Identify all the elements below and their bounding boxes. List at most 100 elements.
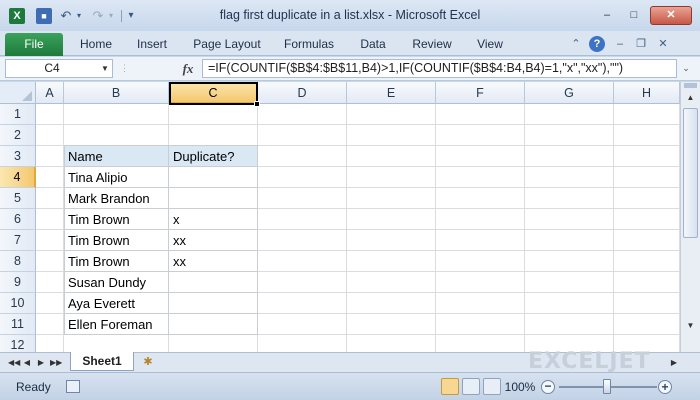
tab-insert[interactable]: Insert	[128, 33, 176, 56]
table-border	[64, 187, 258, 188]
tab-data[interactable]: Data	[350, 33, 396, 56]
insert-function-icon[interactable]: fx	[178, 59, 198, 78]
duplicate-flag-cell[interactable]	[169, 314, 257, 335]
row-header-6[interactable]: 6	[0, 209, 36, 230]
exceljet-logo: EXCELJET	[528, 349, 651, 374]
column-header-b[interactable]: B	[64, 82, 169, 104]
duplicate-flag-cell[interactable]: xx	[169, 251, 257, 272]
active-cell-border[interactable]	[169, 82, 258, 105]
row-header-11[interactable]: 11	[0, 314, 36, 335]
table-border	[64, 292, 258, 293]
row-header-10[interactable]: 10	[0, 293, 36, 314]
zoom-out-icon[interactable]: −	[541, 380, 555, 394]
document-close-icon[interactable]: ✕	[655, 36, 671, 52]
table-border	[257, 145, 258, 335]
minimize-ribbon-icon[interactable]: ⌃	[568, 36, 584, 52]
column-header-d[interactable]: D	[258, 82, 347, 104]
zoom-level[interactable]: 100%	[500, 373, 540, 400]
page-layout-view-icon[interactable]	[462, 378, 480, 395]
zoom-in-icon[interactable]: +	[658, 380, 672, 394]
name-box-dropdown-icon[interactable]: ▼	[98, 60, 112, 77]
table-border	[64, 334, 258, 335]
table-header-cell[interactable]: Name	[64, 146, 168, 167]
row-header-3[interactable]: 3	[0, 146, 36, 167]
name-cell[interactable]: Tina Alipio	[64, 167, 168, 188]
row-header-2[interactable]: 2	[0, 125, 36, 146]
row-header-4[interactable]: 4	[0, 167, 36, 188]
expand-formula-bar-icon[interactable]: ⌄	[679, 59, 693, 78]
first-sheet-icon[interactable]: ◀◀	[8, 357, 20, 369]
insert-sheet-icon[interactable]: ✱	[140, 355, 156, 369]
duplicate-flag-cell[interactable]	[169, 167, 257, 188]
table-border	[64, 145, 65, 335]
name-cell[interactable]: Susan Dundy	[64, 272, 168, 293]
table-border	[64, 229, 258, 230]
table-header-cell[interactable]: Duplicate?	[169, 146, 257, 167]
name-cell[interactable]: Tim Brown	[64, 251, 168, 272]
vertical-scrollbar[interactable]: ▲ ▼	[680, 82, 700, 352]
scroll-down-icon[interactable]: ▼	[683, 318, 698, 333]
worksheet-grid[interactable]: ABCDEFGH 1 2 3 4 5 6 7 8 9 10 11 12 Name Duplicate? T…	[0, 82, 680, 352]
column-header-e[interactable]: E	[347, 82, 436, 104]
row-header-7[interactable]: 7	[0, 230, 36, 251]
name-cell[interactable]: Ellen Foreman	[64, 314, 168, 335]
document-minimize-icon[interactable]: ‒	[612, 36, 628, 52]
tab-formulas[interactable]: Formulas	[278, 33, 340, 56]
name-box[interactable]: C4 ▼	[5, 59, 113, 78]
duplicate-flag-cell[interactable]: xx	[169, 230, 257, 251]
tab-home[interactable]: Home	[72, 33, 120, 56]
split-box[interactable]	[684, 83, 697, 88]
select-all-corner[interactable]	[0, 82, 36, 104]
window-maximize-button[interactable]: □	[625, 8, 643, 23]
formula-input[interactable]: =IF(COUNTIF($B$4:$B$11,B4)>1,IF(COUNTIF(…	[202, 59, 677, 78]
table-border	[64, 271, 258, 272]
duplicate-flag-cell[interactable]	[169, 188, 257, 209]
window-close-button[interactable]: ✕	[650, 6, 692, 25]
scroll-up-icon[interactable]: ▲	[683, 90, 698, 105]
row-header-12[interactable]: 12	[0, 335, 36, 352]
zoom-slider-thumb[interactable]	[603, 379, 611, 394]
duplicate-flag-cell[interactable]	[169, 293, 257, 314]
row-header-1[interactable]: 1	[0, 104, 36, 125]
next-sheet-icon[interactable]: ▶	[36, 357, 46, 369]
table-border	[64, 145, 258, 146]
name-cell[interactable]: Tim Brown	[64, 209, 168, 230]
duplicate-flag-cell[interactable]: x	[169, 209, 257, 230]
name-cell[interactable]: Tim Brown	[64, 230, 168, 251]
tab-file[interactable]: File	[5, 33, 63, 56]
column-header-f[interactable]: F	[436, 82, 525, 104]
scroll-right-icon[interactable]: ▶	[668, 356, 680, 370]
duplicate-flag-cell[interactable]	[169, 272, 257, 293]
sheet-tab-sheet1[interactable]: Sheet1	[70, 352, 134, 371]
row-header-5[interactable]: 5	[0, 188, 36, 209]
formula-bar-grip[interactable]: ⋮	[120, 60, 172, 77]
gridline-vertical	[613, 104, 614, 352]
vertical-scroll-thumb[interactable]	[683, 108, 698, 238]
tab-review[interactable]: Review	[404, 33, 460, 56]
document-restore-icon[interactable]: ❐	[633, 36, 649, 52]
window-minimize-button[interactable]: ‒	[598, 8, 616, 23]
table-border	[168, 145, 169, 335]
column-header-g[interactable]: G	[525, 82, 614, 104]
row-header-8[interactable]: 8	[0, 251, 36, 272]
help-icon[interactable]: ?	[589, 36, 605, 52]
normal-view-icon[interactable]	[441, 378, 459, 395]
page-break-preview-icon[interactable]	[483, 378, 501, 395]
previous-sheet-icon[interactable]: ◀	[22, 357, 32, 369]
status-ready: Ready	[16, 380, 51, 394]
name-cell[interactable]: Aya Everett	[64, 293, 168, 314]
row-header-9[interactable]: 9	[0, 272, 36, 293]
select-all-triangle	[22, 91, 32, 101]
name-box-value: C4	[44, 61, 60, 75]
last-sheet-icon[interactable]: ▶▶	[50, 357, 62, 369]
column-header-h[interactable]: H	[614, 82, 680, 104]
fill-handle[interactable]	[254, 101, 260, 107]
status-bar: Ready 100% − +	[0, 372, 700, 400]
column-header-a[interactable]: A	[36, 82, 64, 104]
tab-page-layout[interactable]: Page Layout	[186, 33, 268, 56]
gridline-vertical	[435, 104, 436, 352]
macro-record-icon[interactable]	[66, 380, 80, 393]
tab-view[interactable]: View	[468, 33, 512, 56]
gridline-horizontal	[36, 124, 680, 125]
name-cell[interactable]: Mark Brandon	[64, 188, 168, 209]
